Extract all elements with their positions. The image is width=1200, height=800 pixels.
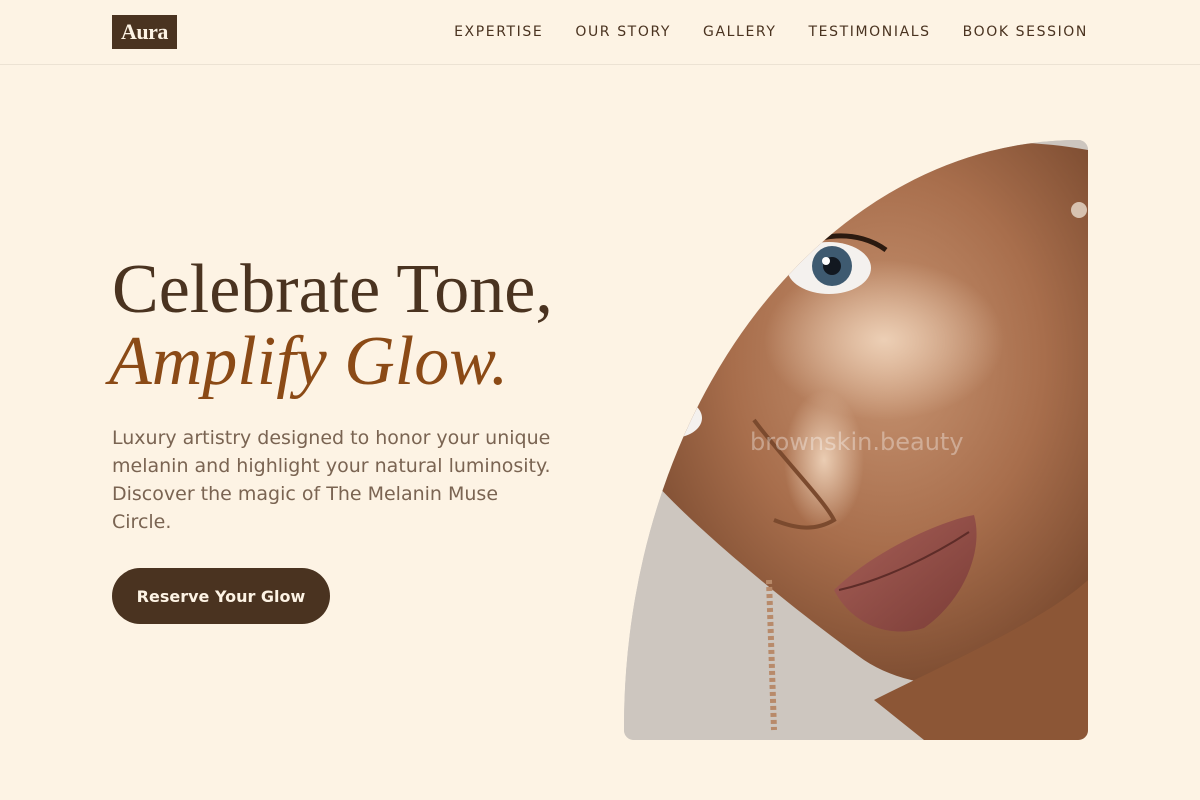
hero-description: Luxury artistry designed to honor your u… bbox=[112, 427, 551, 533]
hero-title-line2: Amplify Glow. bbox=[109, 323, 509, 400]
nav-our-story[interactable]: OUR STORY bbox=[575, 22, 671, 42]
hero-title-line1: Celebrate Tone, bbox=[112, 251, 553, 328]
nav-expertise[interactable]: EXPERTISE bbox=[454, 22, 543, 42]
nav-testimonials[interactable]: TESTIMONIALS bbox=[809, 22, 931, 42]
site-header: Aura EXPERTISE OUR STORY GALLERY TESTIMO… bbox=[0, 0, 1200, 65]
main-nav: EXPERTISE OUR STORY GALLERY TESTIMONIALS… bbox=[454, 22, 1088, 42]
hero-title: Celebrate Tone, Amplify Glow. bbox=[109, 251, 612, 400]
image-watermark: brownskin.beauty bbox=[750, 428, 964, 456]
nav-book-session[interactable]: BOOK SESSION bbox=[963, 22, 1088, 42]
reserve-glow-button[interactable]: Reserve Your Glow bbox=[112, 568, 330, 624]
nav-gallery[interactable]: GALLERY bbox=[703, 22, 776, 42]
logo[interactable]: Aura bbox=[112, 15, 177, 49]
